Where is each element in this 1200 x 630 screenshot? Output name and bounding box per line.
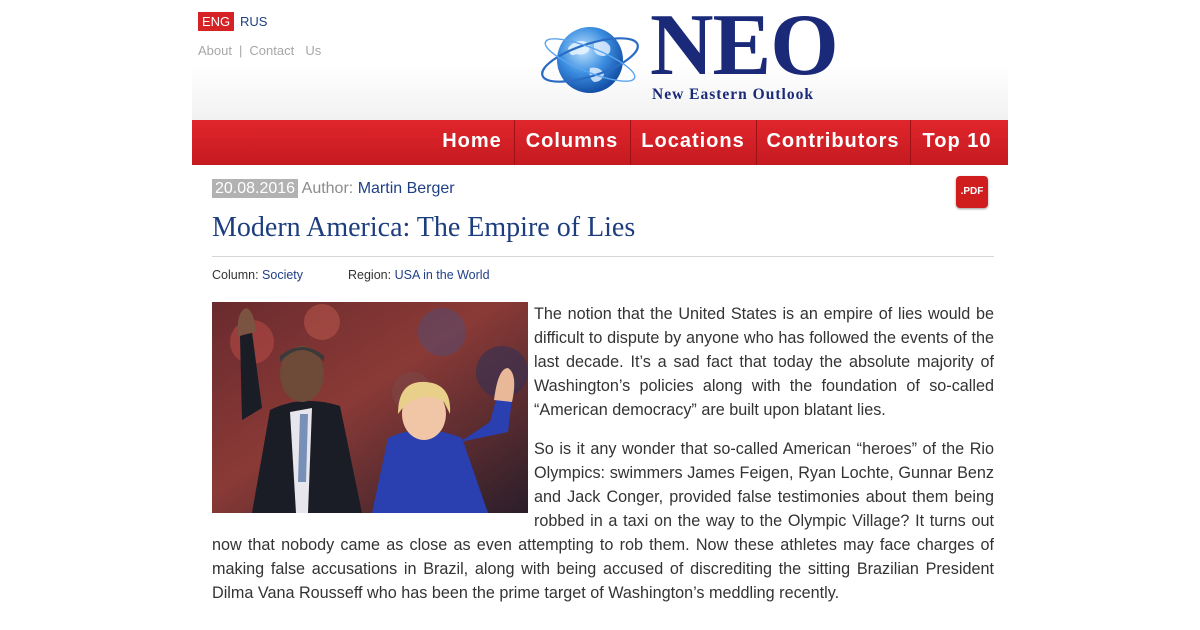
top-links-separator: |: [238, 43, 243, 58]
contact-link[interactable]: Contact Us: [249, 43, 321, 58]
main-nav: Home Columns Locations Contributors Top …: [192, 120, 1008, 165]
lang-eng-button[interactable]: ENG: [198, 12, 235, 31]
column-label: Column:: [212, 268, 259, 282]
author-link[interactable]: Martin Berger: [358, 180, 455, 197]
nav-divider: [756, 120, 757, 165]
pdf-download-icon[interactable]: .PDF: [956, 176, 988, 208]
page: ENG RUS About | Contact Us NEO New Easte…: [192, 0, 1008, 630]
nav-top-10[interactable]: Top 10: [912, 120, 1002, 165]
article-meta: 20.08.2016 Author: Martin Berger: [212, 179, 455, 198]
article-region: Region: USA in the World: [348, 268, 490, 282]
site-header: ENG RUS About | Contact Us NEO New Easte…: [192, 0, 1008, 120]
column-link[interactable]: Society: [262, 268, 303, 282]
pdf-label: .PDF: [960, 186, 984, 197]
author-label: Author:: [301, 180, 354, 197]
site-logo[interactable]: NEO New Eastern Outlook: [538, 2, 848, 110]
nav-locations[interactable]: Locations: [632, 120, 754, 165]
nav-divider: [514, 120, 515, 165]
nav-divider: [630, 120, 631, 165]
lang-rus-link[interactable]: RUS: [236, 12, 271, 31]
title-divider: [212, 256, 994, 257]
article-date: 20.08.2016: [212, 179, 299, 198]
logo-name: NEO: [650, 0, 839, 94]
nav-home[interactable]: Home: [432, 120, 512, 165]
about-link[interactable]: About: [198, 43, 232, 58]
logo-subtitle: New Eastern Outlook: [652, 86, 814, 103]
top-links: About | Contact Us: [198, 43, 321, 58]
photo-spacer: [212, 302, 534, 520]
region-link[interactable]: USA in the World: [395, 268, 490, 282]
region-label: Region:: [348, 268, 392, 282]
article-body: The notion that the United States is an …: [212, 302, 994, 620]
nav-divider: [910, 120, 911, 165]
nav-columns[interactable]: Columns: [516, 120, 628, 165]
nav-contributors[interactable]: Contributors: [758, 120, 908, 165]
article-column: Column: Society: [212, 268, 303, 282]
globe-icon: [541, 27, 639, 93]
article-title: Modern America: The Empire of Lies: [212, 212, 636, 243]
